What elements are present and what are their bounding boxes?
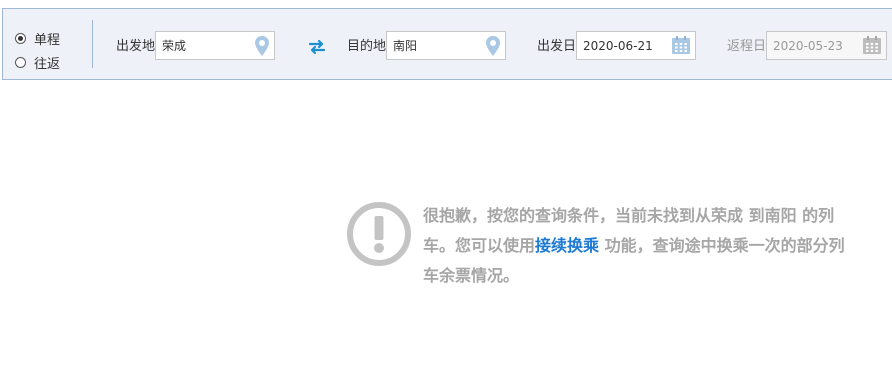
location-pin-icon[interactable] bbox=[254, 35, 270, 60]
from-label: 出发地 bbox=[116, 39, 156, 54]
return-date-value: 2020-05-23 bbox=[773, 38, 843, 53]
radio-round-trip-button[interactable] bbox=[15, 56, 26, 68]
radio-one-way[interactable]: 单程 bbox=[15, 26, 60, 50]
to-label: 目的地 bbox=[347, 39, 387, 54]
location-pin-icon[interactable] bbox=[485, 35, 501, 60]
to-station-value: 南阳 bbox=[393, 39, 418, 53]
from-station-value: 荣成 bbox=[162, 39, 187, 53]
divider bbox=[92, 20, 93, 68]
from-station-input[interactable]: 荣成 bbox=[155, 31, 275, 60]
radio-round-trip[interactable]: 往返 bbox=[15, 50, 60, 74]
radio-one-way-button[interactable] bbox=[15, 32, 26, 44]
exclamation-circle-icon bbox=[345, 200, 413, 268]
radio-round-trip-label: 往返 bbox=[34, 56, 61, 72]
depart-date-label: 出发日 bbox=[537, 39, 577, 54]
transfer-link[interactable]: 接续换乘 bbox=[535, 236, 599, 255]
trip-type-group: 单程 往返 bbox=[15, 26, 60, 74]
depart-date-input[interactable]: 2020-06-21 bbox=[576, 31, 696, 60]
calendar-icon[interactable] bbox=[671, 35, 691, 58]
calendar-icon[interactable] bbox=[862, 35, 882, 58]
query-bar: 单程 往返 出发地 荣成 目的地 南阳 出发日 2020-06-21 返程日 2… bbox=[2, 8, 892, 80]
return-date-input[interactable]: 2020-05-23 bbox=[766, 31, 887, 60]
depart-date-value: 2020-06-21 bbox=[583, 38, 653, 53]
swap-arrows-icon[interactable] bbox=[308, 39, 326, 59]
radio-one-way-label: 单程 bbox=[34, 32, 61, 48]
no-result-message: 很抱歉，按您的查询条件，当前未找到从荣成 到南阳 的列车。您可以使用接续换乘 功… bbox=[345, 200, 885, 300]
no-result-text: 很抱歉，按您的查询条件，当前未找到从荣成 到南阳 的列车。您可以使用接续换乘 功… bbox=[423, 201, 853, 291]
return-date-label: 返程日 bbox=[727, 39, 767, 54]
to-station-input[interactable]: 南阳 bbox=[386, 31, 506, 60]
